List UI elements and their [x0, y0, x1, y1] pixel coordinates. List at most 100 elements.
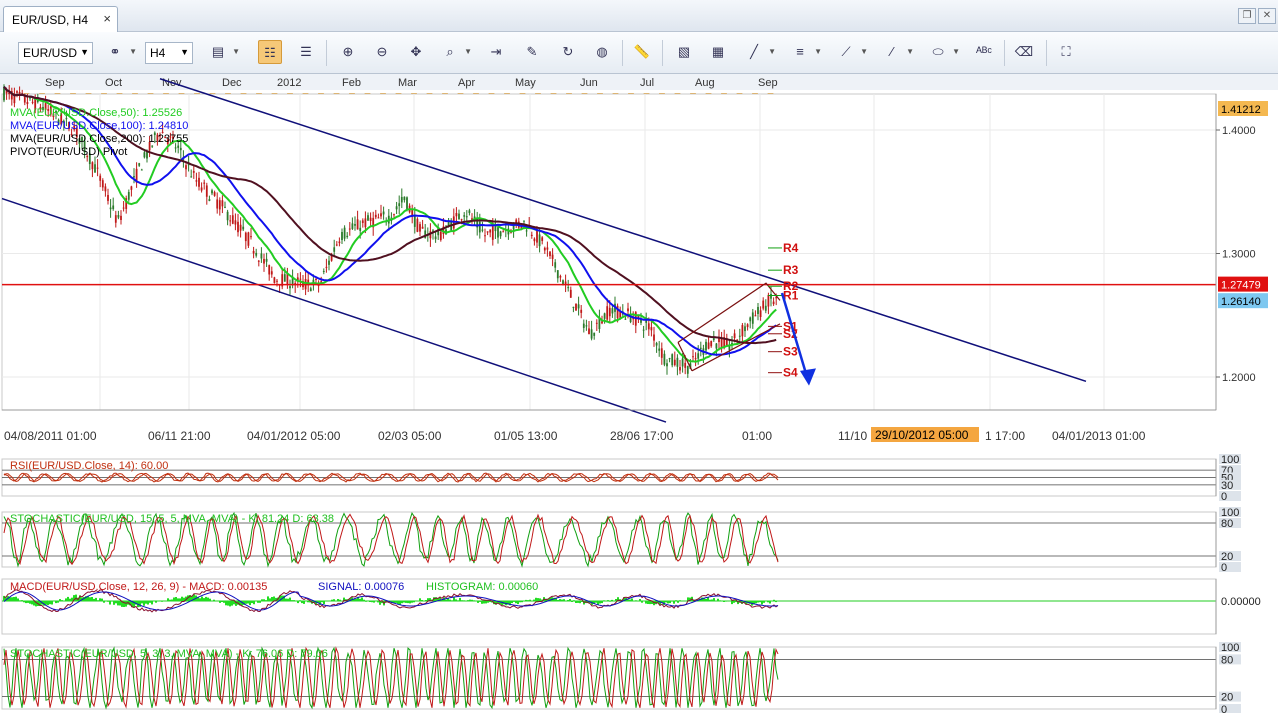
- time-tick-label: 28/06 17:00: [610, 429, 674, 443]
- close-icon[interactable]: ×: [103, 11, 111, 26]
- candle-body: [250, 236, 252, 238]
- tab-eurusd-h4[interactable]: EUR/USD, H4 ×: [3, 6, 118, 32]
- candle-body: [104, 186, 107, 192]
- candle-body: [673, 359, 676, 366]
- candle-body: [712, 338, 715, 341]
- candle-body: [601, 321, 603, 324]
- candle-body: [434, 236, 437, 240]
- refresh-icon[interactable]: ↻: [556, 40, 580, 64]
- candle-body: [484, 235, 486, 237]
- candle-body: [263, 258, 265, 264]
- timeframe-select[interactable]: H4 ▼: [145, 42, 193, 64]
- month-label: Jun: [580, 77, 598, 89]
- candle-body: [242, 226, 245, 230]
- toolbar-divider: [662, 40, 663, 66]
- candle-body: [200, 187, 203, 191]
- candle-body: [489, 229, 492, 233]
- stoch1-tick-label: 0: [1221, 562, 1227, 574]
- candle-body: [325, 266, 328, 268]
- candle-body: [143, 152, 146, 158]
- candle-body: [346, 235, 349, 238]
- picture-icon[interactable]: ▧: [672, 40, 696, 64]
- candle-body: [382, 211, 385, 215]
- line-tools-icon[interactable]: ╱ ▼: [742, 40, 776, 64]
- fan-icon[interactable]: ⟋ ▼: [834, 40, 868, 64]
- toolbar: EUR/USD ▼ ⚭ ▼ H4 ▼ ▤ ▼ ☷ ☰ ⊕ ⊖ ✥ ⌕ ▼ ⇥ ✎ ↻ ◍ …: [0, 32, 1278, 74]
- candle-body: [559, 275, 562, 278]
- candle-body: [710, 340, 713, 347]
- edit-icon[interactable]: ✎: [520, 40, 544, 64]
- trendline-icon[interactable]: ⁄ ▼: [880, 40, 914, 64]
- candle-body: [421, 226, 424, 229]
- zoom-out-icon[interactable]: ⊖: [370, 40, 394, 64]
- candle-body: [229, 220, 232, 222]
- month-strip: [0, 74, 1278, 90]
- horizontal-lines-icon[interactable]: ≡ ▼: [788, 40, 822, 64]
- ellipse-icon[interactable]: ⬭ ▼: [926, 40, 960, 64]
- restore-icon[interactable]: ❐: [1238, 8, 1256, 24]
- time-tick-label: 04/08/2011 01:00: [4, 429, 97, 443]
- candle-body: [112, 205, 115, 210]
- link-icon[interactable]: ⚭ ▼: [103, 40, 137, 64]
- candle-body: [458, 213, 460, 220]
- candle-body: [486, 231, 489, 233]
- legend-entry: PIVOT(EUR/USD) Pivot: [10, 146, 127, 158]
- stoch1-label: STOCHASTIC(EUR/USD, 15, 5, 5, MVA, MVA) …: [10, 513, 334, 525]
- time-tick-label: 01:00: [742, 429, 772, 443]
- magnifier-icon[interactable]: ⌕ ▼: [438, 40, 472, 64]
- candle-body: [681, 358, 684, 367]
- candle-body: [406, 197, 408, 210]
- candle-body: [359, 227, 362, 231]
- objects-tree-icon[interactable]: ⛶: [1054, 40, 1078, 64]
- candle-body: [341, 231, 343, 241]
- globe-icon[interactable]: ◍: [590, 40, 614, 64]
- template-icon[interactable]: ▦: [706, 40, 730, 64]
- chart-window: EUR/USD, H4 × ❐ ✕ EUR/USD ▼ ⚭ ▼ H4 ▼ ▤ ▼ ☷ ☰…: [0, 0, 1278, 713]
- candle-body: [655, 343, 658, 346]
- chevron-down-icon: ▼: [80, 47, 89, 57]
- candle-body: [234, 220, 237, 225]
- candles-mode-icon[interactable]: ☷: [258, 40, 282, 64]
- candle-body: [455, 212, 458, 217]
- candle-body: [525, 230, 528, 232]
- crosshair-icon[interactable]: ✥: [404, 40, 428, 64]
- chart-area[interactable]: SepOctNovDec2012FebMarAprMayJunJulAugSep…: [0, 74, 1278, 713]
- candle-body: [273, 277, 276, 283]
- candle-body: [624, 318, 627, 320]
- month-label: Feb: [342, 77, 361, 89]
- symbol-value: EUR/USD: [23, 46, 78, 60]
- symbol-select[interactable]: EUR/USD ▼: [18, 42, 93, 64]
- candle-body: [590, 329, 593, 339]
- tab-bar: EUR/USD, H4 × ❐ ✕: [0, 0, 1278, 32]
- candle-body: [572, 306, 575, 308]
- bars-mode-icon[interactable]: ☰: [294, 40, 318, 64]
- eraser-icon[interactable]: ⌫: [1012, 40, 1036, 64]
- candle-body: [494, 226, 497, 232]
- candle-body: [478, 221, 481, 233]
- candle-body: [697, 353, 700, 359]
- candle-body: [419, 224, 421, 232]
- time-tick-label: 1 17:00: [985, 429, 1025, 443]
- ruler-icon[interactable]: 📏: [630, 40, 654, 64]
- candle-body: [676, 357, 679, 367]
- candle-body: [205, 185, 208, 197]
- candle-body: [481, 229, 484, 231]
- text-abc-icon[interactable]: ᴬᴮᶜ: [972, 40, 996, 64]
- candle-body: [338, 241, 341, 244]
- close-window-icon[interactable]: ✕: [1258, 8, 1276, 24]
- pivot-label: R3: [783, 263, 799, 277]
- candle-body: [185, 165, 187, 170]
- zoom-in-icon[interactable]: ⊕: [336, 40, 360, 64]
- candle-body: [746, 324, 749, 328]
- candle-body: [733, 333, 736, 339]
- stoch2-label: STOCHASTIC(EUR/USD, 5, 3, 3, MVA, MVA) -…: [10, 648, 328, 660]
- scroll-end-icon[interactable]: ⇥: [484, 40, 508, 64]
- chart-type-icon[interactable]: ▤ ▼: [206, 40, 240, 64]
- candle-body: [398, 203, 401, 207]
- time-tick-label: 01/05 13:00: [494, 429, 558, 443]
- candle-body: [315, 278, 317, 280]
- candle-body: [523, 220, 525, 222]
- time-tick-label: 04/01/2012 05:00: [247, 429, 341, 443]
- month-label: Dec: [222, 77, 242, 89]
- candle-body: [650, 327, 653, 331]
